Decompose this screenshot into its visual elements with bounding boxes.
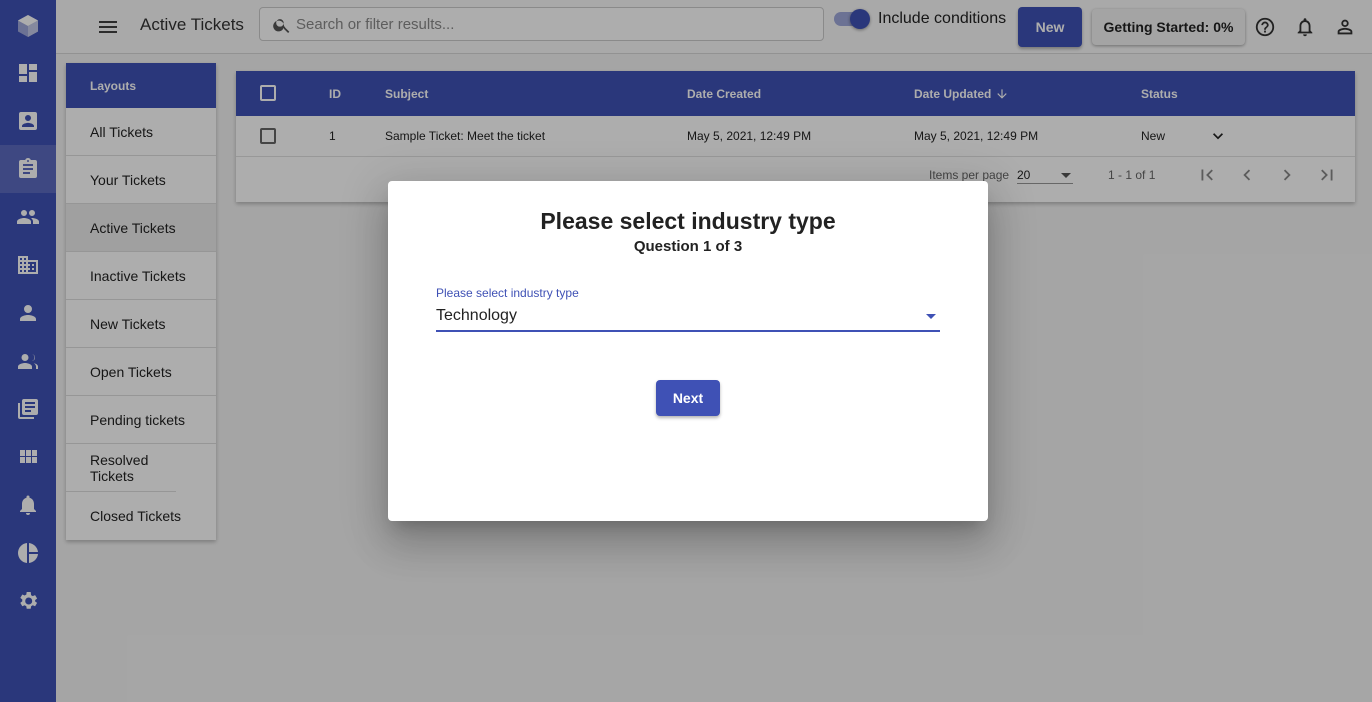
industry-type-field-label: Please select industry type [436, 286, 579, 300]
industry-type-dialog: Please select industry type Question 1 o… [388, 181, 988, 521]
industry-type-select[interactable]: Technology [436, 305, 940, 332]
next-button[interactable]: Next [656, 380, 720, 416]
dialog-subtitle: Question 1 of 3 [633, 238, 743, 255]
dropdown-arrow-icon [926, 314, 936, 319]
industry-type-value: Technology [436, 307, 517, 324]
dialog-title: Please select industry type [540, 208, 836, 234]
